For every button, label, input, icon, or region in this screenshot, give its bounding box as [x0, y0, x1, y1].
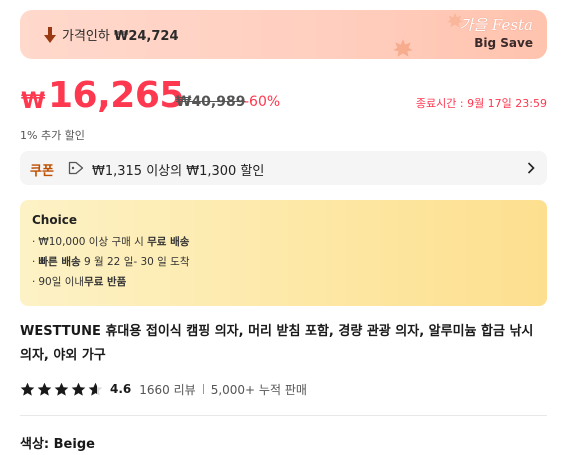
- star-icon: [54, 382, 69, 396]
- sale-deadline: 종료시간 : 9월 17일 23:59: [415, 97, 547, 110]
- price-drop-amount: ₩24,724: [113, 29, 179, 44]
- coupon-row[interactable]: 쿠폰 ₩1,315 이상의 ₩1,300 할인: [20, 151, 547, 185]
- product-title: WESTTUNE 휴대용 접이식 캠핑 의자, 머리 받침 포함, 경량 관광 …: [20, 324, 534, 363]
- discount-percent: -60%: [244, 94, 281, 110]
- festa-logo: 가을 Festa Big Save: [459, 14, 533, 50]
- price-drop-text: 가격인하: [62, 29, 110, 44]
- extra-discount-label: 1% 추가 할인: [20, 129, 85, 142]
- price-drop-banner: 가격인하 ₩24,724 가을 Festa Big Save: [20, 10, 547, 59]
- tag-icon: [68, 161, 84, 175]
- star-icon: [71, 382, 86, 396]
- list-item: · 빠른 배송 9 월 22 일- 30 일 도착: [32, 256, 190, 268]
- star-icon: [20, 382, 35, 396]
- currency-symbol: ₩: [21, 89, 46, 114]
- divider: [202, 384, 204, 394]
- price-drop-label: 가격인하 ₩24,724: [62, 25, 179, 44]
- current-price: 16,265: [48, 75, 184, 116]
- color-selection-label: 색상: Beige: [20, 437, 95, 452]
- star-icon: [88, 382, 103, 396]
- original-price: ₩40,989: [176, 94, 246, 110]
- star-rating: [20, 382, 103, 397]
- choice-benefits-box: Choice · ₩10,000 이상 구매 시 무료 배송 · 빠른 배송 9 월…: [20, 200, 547, 306]
- divider: [20, 415, 547, 416]
- rating-row: 4.6 1660 리뷰 5,000+ 누적 판매: [20, 379, 307, 399]
- choice-title: Choice: [32, 213, 77, 227]
- list-item: · 90일 이내무료 반품: [32, 276, 127, 288]
- rating-value: 4.6: [110, 382, 132, 396]
- price-row: ₩ 16,265 ₩40,989 -60% 종료시간 : 9월 17일 23:5…: [20, 74, 547, 120]
- review-count[interactable]: 1660 리뷰: [139, 381, 195, 398]
- list-item: · ₩10,000 이상 구매 시 무료 배송: [32, 236, 190, 248]
- choice-benefits-list: · ₩10,000 이상 구매 시 무료 배송 · 빠른 배송 9 월 22 일- …: [32, 232, 535, 292]
- maple-leaf-icon: [393, 39, 413, 57]
- coupon-label: 쿠폰: [30, 164, 54, 179]
- coupon-text: ₩1,315 이상의 ₩1,300 할인: [92, 164, 265, 179]
- star-icon: [37, 382, 52, 396]
- chevron-right-icon[interactable]: [527, 162, 535, 174]
- price-drop-icon: [44, 27, 56, 43]
- festa-title: 가을 Festa: [459, 16, 533, 34]
- big-save-label: Big Save: [474, 36, 533, 50]
- sold-count: 5,000+ 누적 판매: [210, 382, 307, 397]
